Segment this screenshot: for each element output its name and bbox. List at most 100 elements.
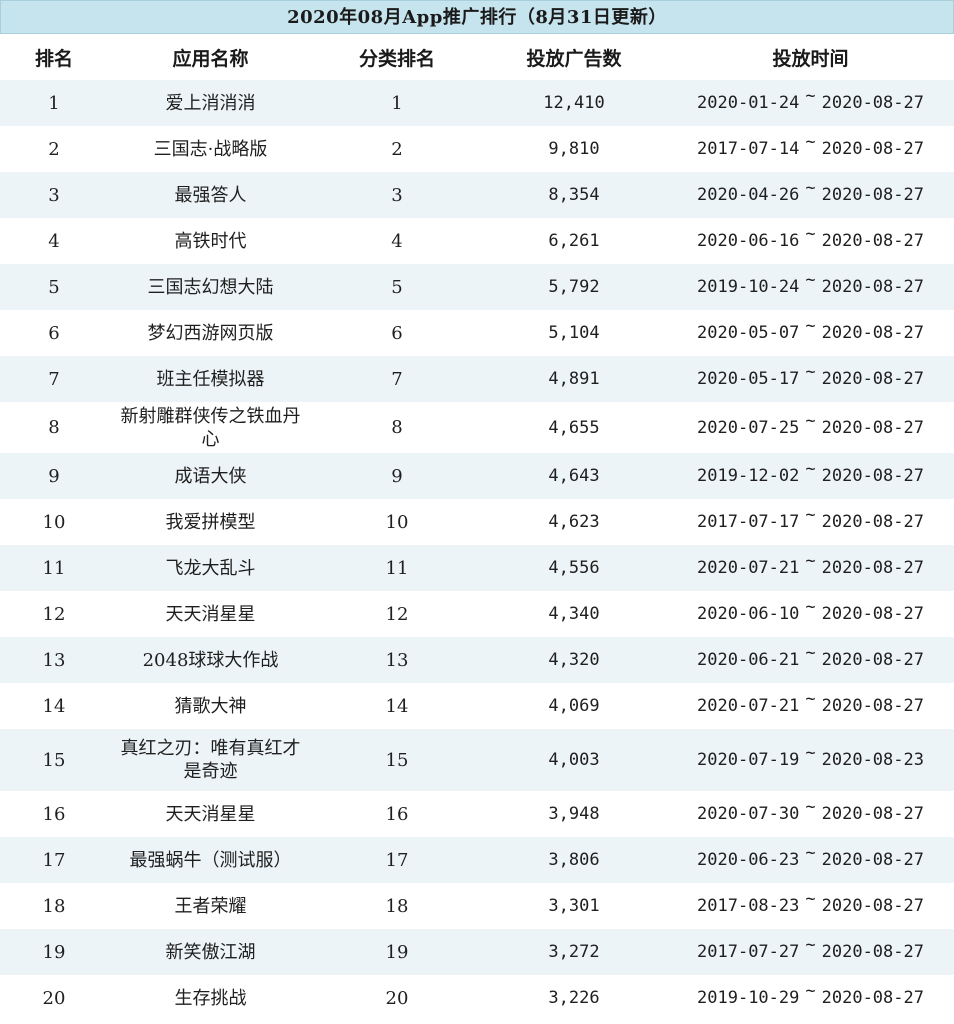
app-name-cell: 新笑傲江湖 bbox=[108, 929, 313, 975]
start-date: 2019-10-24 bbox=[697, 277, 800, 297]
rank-cell: 10 bbox=[0, 499, 108, 545]
rank-cell: 13 bbox=[0, 637, 108, 683]
category-rank-cell: 12 bbox=[313, 591, 481, 637]
start-date: 2020-07-19 bbox=[697, 750, 800, 770]
table-row: 13 2048球球大作战 13 4,320 2020-06-21 ~2020-08-27 bbox=[0, 637, 954, 683]
table-row: 9 成语大侠 9 4,643 2019-12-02 ~2020-08-27 bbox=[0, 453, 954, 499]
start-date: 2019-10-29 bbox=[697, 988, 800, 1008]
app-name-cell: 王者荣耀 bbox=[108, 883, 313, 929]
app-name-cell: 我爱拼模型 bbox=[108, 499, 313, 545]
ad-count-cell: 4,891 bbox=[481, 356, 667, 402]
app-name-cell: 新射雕群侠传之铁血丹心 bbox=[108, 402, 313, 453]
range-separator: ~ bbox=[805, 505, 816, 525]
ad-count-cell: 3,301 bbox=[481, 883, 667, 929]
time-range-cell: 2017-07-17 ~2020-08-27 bbox=[667, 499, 954, 545]
end-date: 2020-08-27 bbox=[821, 558, 924, 578]
category-rank-cell: 17 bbox=[313, 837, 481, 883]
range-separator: ~ bbox=[805, 597, 816, 617]
table-row: 18 王者荣耀 18 3,301 2017-08-23 ~2020-08-27 bbox=[0, 883, 954, 929]
time-range-cell: 2020-06-21 ~2020-08-27 bbox=[667, 637, 954, 683]
rank-cell: 15 bbox=[0, 729, 108, 791]
end-date: 2020-08-27 bbox=[821, 988, 924, 1008]
range-separator: ~ bbox=[805, 551, 816, 571]
range-separator: ~ bbox=[805, 316, 816, 336]
start-date: 2017-07-14 bbox=[697, 139, 800, 159]
category-rank-cell: 8 bbox=[313, 402, 481, 453]
table-row: 4 高铁时代 4 6,261 2020-06-16 ~2020-08-27 bbox=[0, 218, 954, 264]
end-date: 2020-08-27 bbox=[821, 466, 924, 486]
start-date: 2019-12-02 bbox=[697, 466, 800, 486]
start-date: 2020-06-10 bbox=[697, 604, 800, 624]
time-range-cell: 2019-10-29 ~2020-08-27 bbox=[667, 975, 954, 1021]
header-ad-count: 投放广告数 bbox=[481, 34, 667, 80]
end-date: 2020-08-27 bbox=[821, 323, 924, 343]
app-name-cell: 2048球球大作战 bbox=[108, 637, 313, 683]
rank-cell: 5 bbox=[0, 264, 108, 310]
rank-cell: 19 bbox=[0, 929, 108, 975]
ad-count-cell: 4,643 bbox=[481, 453, 667, 499]
rank-cell: 1 bbox=[0, 80, 108, 126]
end-date: 2020-08-27 bbox=[821, 850, 924, 870]
rank-cell: 6 bbox=[0, 310, 108, 356]
ad-count-cell: 3,226 bbox=[481, 975, 667, 1021]
end-date: 2020-08-27 bbox=[821, 139, 924, 159]
rank-cell: 16 bbox=[0, 791, 108, 837]
rank-cell: 18 bbox=[0, 883, 108, 929]
category-rank-cell: 4 bbox=[313, 218, 481, 264]
rank-cell: 14 bbox=[0, 683, 108, 729]
app-name-cell: 高铁时代 bbox=[108, 218, 313, 264]
ad-count-cell: 12,410 bbox=[481, 80, 667, 126]
table-title: 2020年08月App推广排行（8月31日更新） bbox=[0, 0, 954, 34]
ad-count-cell: 5,104 bbox=[481, 310, 667, 356]
ad-count-cell: 6,261 bbox=[481, 218, 667, 264]
end-date: 2020-08-27 bbox=[821, 604, 924, 624]
table-row: 5 三国志幻想大陆 5 5,792 2019-10-24 ~2020-08-27 bbox=[0, 264, 954, 310]
end-date: 2020-08-27 bbox=[821, 231, 924, 251]
category-rank-cell: 11 bbox=[313, 545, 481, 591]
rank-cell: 11 bbox=[0, 545, 108, 591]
table-row: 17 最强蜗牛（测试服） 17 3,806 2020-06-23 ~2020-08-27 bbox=[0, 837, 954, 883]
end-date: 2020-08-27 bbox=[821, 185, 924, 205]
app-name-cell: 最强答人 bbox=[108, 172, 313, 218]
table-row: 1 爱上消消消 1 12,410 2020-01-24 ~2020-08-27 bbox=[0, 80, 954, 126]
table-body: 1 爱上消消消 1 12,410 2020-01-24 ~2020-08-27 2 三国志·战… bbox=[0, 80, 954, 1021]
app-name-cell: 最强蜗牛（测试服） bbox=[108, 837, 313, 883]
ad-count-cell: 3,948 bbox=[481, 791, 667, 837]
category-rank-cell: 18 bbox=[313, 883, 481, 929]
table-row: 8 新射雕群侠传之铁血丹心 8 4,655 2020-07-25 ~2020-08-27 bbox=[0, 402, 954, 453]
table-row: 7 班主任模拟器 7 4,891 2020-05-17 ~2020-08-27 bbox=[0, 356, 954, 402]
header-rank: 排名 bbox=[0, 34, 108, 80]
rank-cell: 2 bbox=[0, 126, 108, 172]
rank-cell: 8 bbox=[0, 402, 108, 453]
start-date: 2020-04-26 bbox=[697, 185, 800, 205]
rank-cell: 17 bbox=[0, 837, 108, 883]
range-separator: ~ bbox=[805, 270, 816, 290]
time-range-cell: 2020-07-21 ~2020-08-27 bbox=[667, 545, 954, 591]
time-range-cell: 2020-06-10 ~2020-08-27 bbox=[667, 591, 954, 637]
ad-count-cell: 4,623 bbox=[481, 499, 667, 545]
start-date: 2020-05-07 bbox=[697, 323, 800, 343]
time-range-cell: 2020-05-07 ~2020-08-27 bbox=[667, 310, 954, 356]
category-rank-cell: 2 bbox=[313, 126, 481, 172]
end-date: 2020-08-23 bbox=[821, 750, 924, 770]
time-range-cell: 2020-05-17 ~2020-08-27 bbox=[667, 356, 954, 402]
table-row: 14 猜歌大神 14 4,069 2020-07-21 ~2020-08-27 bbox=[0, 683, 954, 729]
ad-count-cell: 9,810 bbox=[481, 126, 667, 172]
range-separator: ~ bbox=[805, 981, 816, 1001]
category-rank-cell: 6 bbox=[313, 310, 481, 356]
app-name-cell: 猜歌大神 bbox=[108, 683, 313, 729]
time-range-cell: 2019-10-24 ~2020-08-27 bbox=[667, 264, 954, 310]
rank-cell: 20 bbox=[0, 975, 108, 1021]
rank-cell: 4 bbox=[0, 218, 108, 264]
category-rank-cell: 9 bbox=[313, 453, 481, 499]
header-category-rank: 分类排名 bbox=[313, 34, 481, 80]
table-row: 16 天天消星星 16 3,948 2020-07-30 ~2020-08-27 bbox=[0, 791, 954, 837]
table-row: 2 三国志·战略版 2 9,810 2017-07-14 ~2020-08-27 bbox=[0, 126, 954, 172]
app-name-cell: 三国志·战略版 bbox=[108, 126, 313, 172]
time-range-cell: 2020-07-21 ~2020-08-27 bbox=[667, 683, 954, 729]
end-date: 2020-08-27 bbox=[821, 896, 924, 916]
header-time: 投放时间 bbox=[667, 34, 954, 80]
time-range-cell: 2017-07-14 ~2020-08-27 bbox=[667, 126, 954, 172]
range-separator: ~ bbox=[805, 843, 816, 863]
app-name-cell: 天天消星星 bbox=[108, 591, 313, 637]
